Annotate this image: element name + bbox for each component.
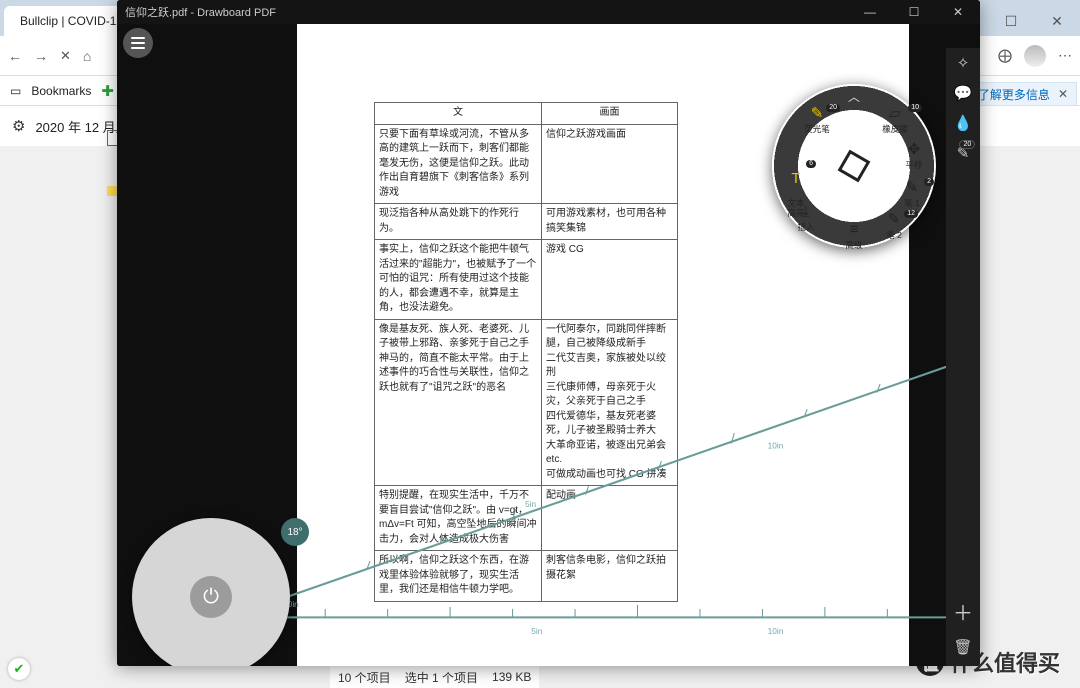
- document-table: 文 画面 只要下面有草垛或河流，不管从多高的建筑上一跃而下，刺客们都能毫发无伤，…: [374, 102, 678, 602]
- wheel-pen2-label: 笔 2: [886, 230, 902, 240]
- wheel-advanced-label: 高级: [845, 240, 862, 250]
- tool-wheel[interactable]: ︿ ▱ 橡皮擦 10 ✥ 平移 ✎ 笔 1 2 ✎ 笔: [772, 84, 936, 248]
- status-size: 139 KB: [492, 670, 531, 684]
- rail-magic-icon[interactable]: ✧: [957, 54, 970, 72]
- wheel-pen1-badge: 2: [924, 178, 934, 186]
- rail-eyedropper-icon[interactable]: 💧: [954, 114, 973, 132]
- wheel-text-label: 文本 高亮: [787, 198, 804, 217]
- hamburger-button[interactable]: [123, 28, 153, 58]
- app-title-text: 信仰之跃.pdf - Drawboard PDF: [125, 4, 276, 20]
- wheel-hub-icon[interactable]: [838, 150, 871, 183]
- wheel-pan-label: 平移: [905, 160, 922, 170]
- pan-icon: ✥: [894, 142, 934, 159]
- rail-pen-icon[interactable]: ✎: [957, 144, 970, 162]
- back-button[interactable]: ←: [8, 48, 22, 64]
- th-text: 文: [375, 103, 542, 125]
- wheel-advanced[interactable]: ≡ 高级: [829, 222, 879, 250]
- wheel-highlighter[interactable]: ✎ 荧光笔 20: [792, 106, 842, 134]
- table-row: 特别提醒，在现实生活中，千万不要盲目尝试"信仰之跃"。由 v=gt，mΔv=Ft…: [375, 486, 678, 551]
- table-row: 现泛指各种从高处跳下的作死行为。可用游戏素材，也可用各种搞笑集锦: [375, 204, 678, 240]
- rail-delete-button[interactable]: 🗑: [953, 638, 972, 656]
- status-item-count: 10 个项目: [338, 669, 391, 686]
- app-close-button[interactable]: ✕: [936, 0, 980, 24]
- extension-button[interactable]: ⨁: [998, 47, 1012, 64]
- bookmarks-label[interactable]: Bookmarks: [31, 84, 91, 98]
- info-banner: 了解更多信息 ✕: [969, 82, 1077, 106]
- power-dial[interactable]: ⏻: [132, 518, 290, 666]
- canvas-viewport[interactable]: 文 画面 只要下面有草垛或河流，不管从多高的建筑上一跃而下，刺客们都能毫发无伤，…: [117, 24, 980, 666]
- wheel-text-highlight[interactable]: T 文本 高亮 6: [774, 162, 818, 227]
- power-icon: ⏻: [190, 576, 232, 618]
- wheel-text-badge: 6: [806, 160, 816, 168]
- info-banner-text[interactable]: 了解更多信息: [978, 86, 1050, 103]
- th-visual: 画面: [542, 103, 678, 125]
- explorer-statusbar: 10 个项目 选中 1 个项目 139 KB: [330, 666, 539, 688]
- yellow-marker: [107, 186, 117, 196]
- stop-button[interactable]: ✕: [60, 48, 71, 64]
- app-maximize-button[interactable]: ☐: [892, 0, 936, 24]
- browser-maximize-button[interactable]: ☐: [988, 6, 1034, 36]
- home-button[interactable]: ⌂: [83, 48, 91, 64]
- advanced-icon: ≡: [829, 222, 879, 239]
- info-banner-close[interactable]: ✕: [1058, 87, 1068, 101]
- wheel-highlighter-label: 荧光笔: [804, 124, 830, 134]
- wheel-pen1[interactable]: ✎ 笔 1 2: [892, 180, 932, 208]
- wheel-eraser-badge: 10: [908, 104, 922, 112]
- table-row: 所以啊，信仰之跃这个东西，在游戏里体验体验就够了，现实生活里，我们还是相信牛顿力…: [375, 551, 678, 602]
- chevron-up-icon[interactable]: ︿: [848, 88, 860, 105]
- rail-chat-icon[interactable]: 💬: [954, 84, 973, 102]
- wheel-pen1-label: 笔 1: [904, 198, 920, 208]
- shield-badge[interactable]: ✔: [8, 658, 30, 680]
- gear-icon[interactable]: ⚙: [12, 117, 25, 135]
- ruler-angle-badge[interactable]: 18°: [281, 518, 309, 546]
- right-tool-rail: ✧ 💬 💧 ✎ ＋ 🗑: [946, 48, 980, 666]
- wheel-pen2-badge: 12: [904, 210, 918, 218]
- browser-close-button[interactable]: ✕: [1034, 6, 1080, 36]
- table-row: 事实上，信仰之跃这个能把牛顿气活过来的"超能力"，也被赋予了一个可怕的诅咒：所有…: [375, 240, 678, 320]
- wheel-highlighter-badge: 20: [826, 104, 840, 112]
- overflow-menu[interactable]: ⋯: [1058, 47, 1072, 64]
- status-selected: 选中 1 个项目: [405, 669, 478, 686]
- app-minimize-button[interactable]: —: [848, 0, 892, 24]
- addon-icon: ✚: [101, 82, 114, 100]
- wheel-eraser[interactable]: ▱ 橡皮擦 10: [870, 106, 920, 134]
- browser-tab[interactable]: Bullclip | COVID-19: D: [4, 6, 134, 36]
- drawboard-app-window: 信仰之跃.pdf - Drawboard PDF — ☐ ✕ 文 画面 只要下面…: [117, 0, 980, 666]
- profile-avatar[interactable]: [1024, 45, 1046, 67]
- app-window-controls: — ☐ ✕: [848, 0, 980, 24]
- table-row: 只要下面有草垛或河流，不管从多高的建筑上一跃而下，刺客们都能毫发无伤，这便是信仰…: [375, 124, 678, 204]
- rail-add-button[interactable]: ＋: [953, 597, 973, 626]
- text-icon: T: [774, 171, 818, 188]
- bookmarks-icon: ▭: [10, 84, 21, 98]
- table-row: 像是基友死、族人死、老婆死、儿子被带上邪路、亲爹死于自己之手神马的，简直不能太平…: [375, 319, 678, 486]
- wheel-eraser-label: 橡皮擦: [882, 124, 908, 134]
- wheel-pan[interactable]: ✥ 平移: [894, 142, 934, 170]
- app-titlebar: 信仰之跃.pdf - Drawboard PDF — ☐ ✕: [117, 0, 980, 24]
- forward-button[interactable]: →: [34, 48, 48, 64]
